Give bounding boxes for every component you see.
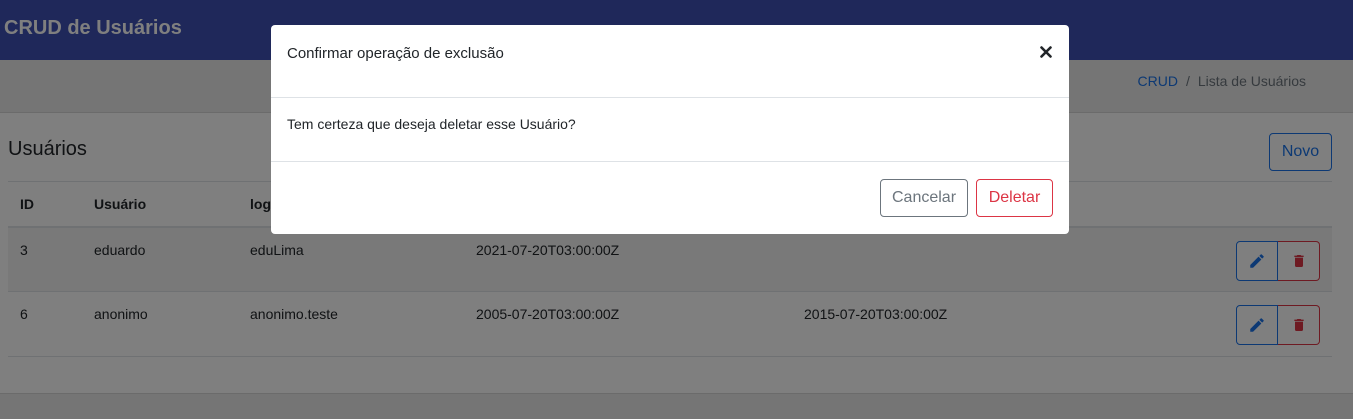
modal-title: Confirmar operação de exclusão xyxy=(287,45,504,62)
close-icon xyxy=(1040,46,1052,58)
modal-body: Tem certeza que deseja deletar esse Usuá… xyxy=(271,98,1069,162)
modal-header: Confirmar operação de exclusão xyxy=(271,25,1069,98)
modal-message: Tem certeza que deseja deletar esse Usuá… xyxy=(287,116,576,132)
close-button[interactable] xyxy=(1037,43,1055,61)
modal-footer: Cancelar Deletar xyxy=(271,162,1069,233)
confirm-delete-dialog: Confirmar operação de exclusão Tem certe… xyxy=(271,25,1069,234)
confirm-delete-button[interactable]: Deletar xyxy=(976,179,1053,217)
cancel-button[interactable]: Cancelar xyxy=(880,179,968,217)
